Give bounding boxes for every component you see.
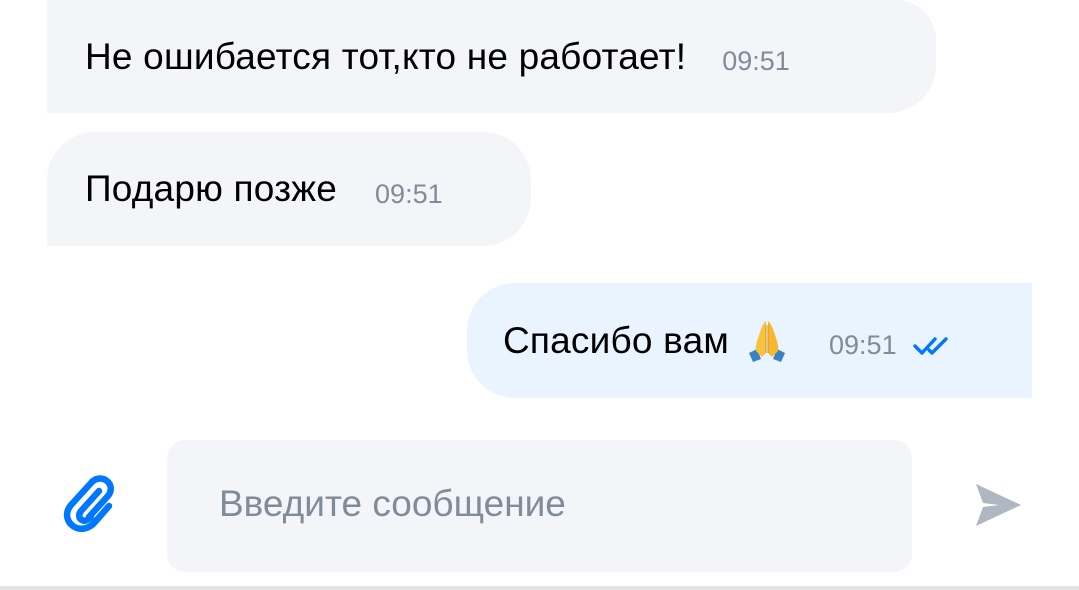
send-arrow-icon (976, 484, 1021, 526)
message-bubble-incoming[interactable]: Подарю позже 09:51 (47, 132, 531, 246)
message-input-container[interactable] (167, 440, 912, 572)
message-bubble-outgoing[interactable]: Спасибо вам 09:51 (467, 283, 1032, 398)
message-text: Подарю позже (85, 168, 338, 209)
attach-button[interactable] (56, 472, 128, 533)
message-time: 09:51 (375, 178, 443, 209)
message-time: 09:51 (722, 46, 790, 76)
message-input[interactable] (217, 482, 912, 526)
message-time: 09:51 (829, 330, 897, 360)
divider (0, 586, 1079, 590)
folded-hands-emoji (749, 320, 786, 362)
message-bubble-incoming[interactable]: Не ошибается тот,кто не работает! 09:51 (47, 0, 936, 113)
double-check-icon (912, 336, 948, 355)
send-button[interactable] (968, 475, 1028, 535)
message-text: Спасибо вам (503, 319, 730, 361)
chat-view: Не ошибается тот,кто не работает! 09:51 … (0, 0, 1079, 590)
paperclip-icon (63, 475, 114, 533)
message-text: Не ошибается тот,кто не работает! (85, 35, 687, 77)
